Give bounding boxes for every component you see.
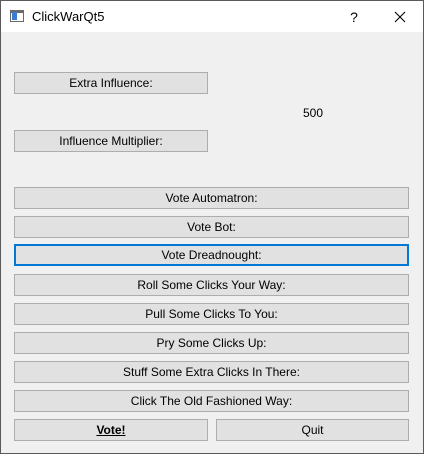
help-button[interactable]: ? [331, 1, 377, 32]
extra-influence-button[interactable]: Extra Influence: [14, 72, 208, 94]
vote-automatron-button[interactable]: Vote Automatron: [14, 187, 409, 209]
question-mark-icon: ? [350, 8, 358, 25]
vote-bot-button[interactable]: Vote Bot: [14, 216, 409, 238]
influence-multiplier-button[interactable]: Influence Multiplier: [14, 130, 208, 152]
stuff-clicks-button[interactable]: Stuff Some Extra Clicks In There: [14, 361, 409, 383]
click-old-fashioned-button[interactable]: Click The Old Fashioned Way: [14, 390, 409, 412]
title-bar[interactable]: ClickWarQt5 ? [1, 1, 423, 32]
quit-button[interactable]: Quit [216, 419, 409, 441]
window-title: ClickWarQt5 [32, 9, 105, 24]
app-window-icon [10, 10, 24, 22]
roll-clicks-button[interactable]: Roll Some Clicks Your Way: [14, 274, 409, 296]
close-button[interactable] [377, 1, 423, 32]
influence-value: 500 [303, 106, 324, 120]
vote-button[interactable]: Vote! [14, 419, 208, 441]
vote-dreadnought-button[interactable]: Vote Dreadnought: [14, 244, 409, 266]
pry-clicks-button[interactable]: Pry Some Clicks Up: [14, 332, 409, 354]
app-window: ClickWarQt5 ? Extra Influence: 500 Influ… [0, 0, 424, 454]
pull-clicks-button[interactable]: Pull Some Clicks To You: [14, 303, 409, 325]
close-icon [394, 11, 406, 22]
